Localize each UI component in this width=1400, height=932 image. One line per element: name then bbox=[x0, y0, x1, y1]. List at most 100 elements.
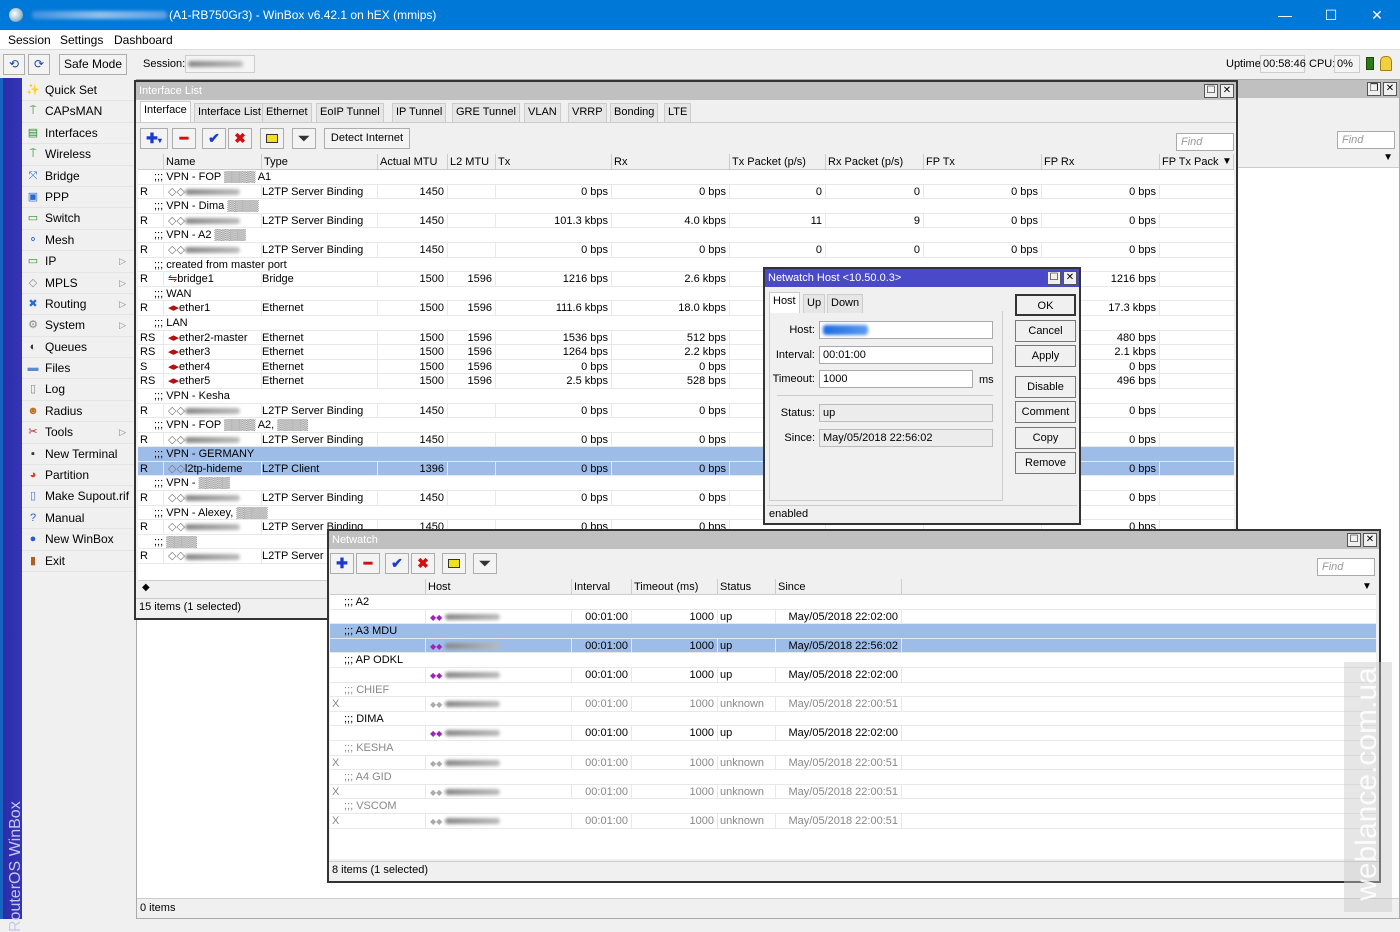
netwatch-host-titlebar[interactable]: Netwatch Host <10.50.0.3> ☐ ✕ bbox=[765, 269, 1079, 287]
column-header[interactable]: Tx bbox=[496, 154, 612, 170]
sidebar-item-make-supout-rif[interactable]: ▯ Make Supout.rif bbox=[22, 486, 134, 508]
tab-eoip-tunnel[interactable]: EoIP Tunnel bbox=[316, 103, 384, 122]
column-chooser-icon[interactable]: ▼ bbox=[1383, 152, 1393, 163]
sidebar-item-partition[interactable]: ◕ Partition bbox=[22, 465, 134, 487]
table-row[interactable]: R ◇◇ L2TP Server Binding 1450 0 bps 0 bps 0 0 0 … bbox=[138, 184, 1234, 200]
comment-row[interactable]: ;;; VPN - FOP ▒▒▒▒ A1 bbox=[138, 170, 1234, 185]
tab-down[interactable]: Down bbox=[827, 294, 864, 313]
table-row[interactable]: X ◆◆ 00:01:00 1000 unknown May/05/2018 22:00:… bbox=[330, 784, 1376, 800]
tab-lte[interactable]: LTE bbox=[664, 103, 692, 122]
table-row[interactable]: ◆◆ 00:01:00 1000 up May/05/2018 22:02:00 bbox=[330, 667, 1376, 683]
sidebar-item-routing[interactable]: ✖ Routing ▷ bbox=[22, 293, 134, 316]
interface-list-titlebar[interactable]: Interface List ☐ ✕ bbox=[136, 82, 1236, 100]
add-icon[interactable]: ✚ bbox=[330, 553, 354, 574]
comment-row[interactable]: ;;; VSCOM bbox=[330, 799, 1376, 814]
ok-button[interactable]: OK bbox=[1015, 294, 1076, 316]
sidebar-item-radius[interactable]: ☻ Radius bbox=[22, 400, 134, 423]
interval-input[interactable]: 00:01:00 bbox=[819, 346, 993, 364]
comment-row[interactable]: ;;; A2 bbox=[330, 595, 1376, 610]
sidebar-item-quick-set[interactable]: ✨ Quick Set bbox=[22, 80, 134, 102]
remove-icon[interactable]: ━ bbox=[172, 128, 196, 149]
close-icon[interactable]: ✕ bbox=[1354, 0, 1400, 30]
copy-button[interactable]: Copy bbox=[1015, 427, 1076, 449]
column-header[interactable]: Since bbox=[776, 579, 902, 595]
column-header[interactable]: Interval bbox=[572, 579, 632, 595]
table-row[interactable]: ◆◆ 00:01:00 1000 up May/05/2018 22:02:00 bbox=[330, 726, 1376, 741]
tab-up[interactable]: Up bbox=[803, 294, 826, 313]
maximize-icon[interactable]: ☐ bbox=[1047, 271, 1061, 285]
restore-icon[interactable]: ❐ bbox=[1367, 82, 1381, 96]
tab-vrrp[interactable]: VRRP bbox=[568, 103, 607, 122]
comment-row[interactable]: ;;; A3 MDU bbox=[330, 624, 1376, 639]
column-header[interactable] bbox=[330, 579, 426, 595]
undo-icon[interactable]: ⟲ bbox=[3, 54, 25, 75]
remove-button[interactable]: Remove bbox=[1015, 452, 1076, 474]
column-header[interactable]: Status bbox=[718, 579, 776, 595]
filter-icon[interactable]: ⏷ bbox=[292, 128, 316, 149]
lock-icon[interactable] bbox=[1380, 56, 1392, 71]
sidebar-item-tools[interactable]: ✂ Tools ▷ bbox=[22, 422, 134, 444]
column-chooser-icon[interactable]: ▼ bbox=[1360, 579, 1374, 595]
redo-icon[interactable]: ⟳ bbox=[28, 54, 50, 75]
disable-button[interactable]: Disable bbox=[1015, 376, 1076, 398]
comment-row[interactable]: ;;; AP ODKL bbox=[330, 653, 1376, 668]
comment-row[interactable]: ;;; CHIEF bbox=[330, 683, 1376, 698]
netwatch-find-input[interactable]: Find bbox=[1317, 558, 1375, 576]
disable-icon[interactable]: ✖ bbox=[411, 553, 435, 574]
sidebar-item-manual[interactable]: ? Manual bbox=[22, 507, 134, 530]
sidebar-item-system[interactable]: ⚙ System ▷ bbox=[22, 315, 134, 337]
comment-row[interactable]: ;;; DIMA bbox=[330, 712, 1376, 727]
filter-icon[interactable]: ⏷ bbox=[473, 553, 497, 574]
sidebar-item-log[interactable]: ▯ Log bbox=[22, 379, 134, 401]
menu-dashboard[interactable]: Dashboard bbox=[114, 33, 173, 47]
table-row[interactable]: X ◆◆ 00:01:00 1000 unknown May/05/2018 22:00:… bbox=[330, 755, 1376, 771]
tab-ethernet[interactable]: Ethernet bbox=[262, 103, 312, 122]
close-icon[interactable]: ✕ bbox=[1220, 84, 1234, 98]
enable-icon[interactable]: ✔ bbox=[202, 128, 226, 149]
close-icon[interactable]: ✕ bbox=[1363, 533, 1377, 547]
table-row[interactable]: X ◆◆ 00:01:00 1000 unknown May/05/2018 22:00:… bbox=[330, 697, 1376, 712]
column-header[interactable]: Tx Packet (p/s) bbox=[730, 154, 826, 170]
tab-gre-tunnel[interactable]: GRE Tunnel bbox=[452, 103, 520, 122]
table-row[interactable]: R ◇◇ L2TP Server Binding 1450 101.3 kbps 4.0 … bbox=[138, 213, 1234, 229]
column-header[interactable]: Name bbox=[164, 154, 262, 170]
maximize-icon[interactable]: ☐ bbox=[1347, 533, 1361, 547]
column-header[interactable]: Actual MTU bbox=[378, 154, 448, 170]
column-header[interactable]: Rx Packet (p/s) bbox=[826, 154, 924, 170]
sidebar-item-files[interactable]: ▬ Files bbox=[22, 358, 134, 380]
tab-interface[interactable]: Interface bbox=[140, 101, 191, 122]
table-row[interactable]: ◆◆ 00:01:00 1000 up May/05/2018 22:56:02 bbox=[330, 638, 1376, 654]
menu-session[interactable]: Session bbox=[8, 33, 51, 47]
tab-vlan[interactable]: VLAN bbox=[524, 103, 561, 122]
comment-button[interactable]: Comment bbox=[1015, 401, 1076, 423]
comment-icon[interactable] bbox=[260, 128, 284, 149]
disable-icon[interactable]: ✖ bbox=[228, 128, 252, 149]
tab-bonding[interactable]: Bonding bbox=[610, 103, 659, 122]
sidebar-item-capsman[interactable]: ⍑ CAPsMAN bbox=[22, 101, 134, 123]
add-icon[interactable]: ✚▾ bbox=[140, 128, 168, 149]
maximize-icon[interactable]: ☐ bbox=[1204, 84, 1218, 98]
comment-icon[interactable] bbox=[442, 553, 466, 574]
enable-icon[interactable]: ✔ bbox=[385, 553, 409, 574]
table-row[interactable]: R ◇◇ L2TP Server Binding 1450 0 bps 0 bps 0 0 0 … bbox=[138, 242, 1234, 258]
comment-row[interactable]: ;;; VPN - Dima ▒▒▒▒ bbox=[138, 199, 1234, 214]
menu-settings[interactable]: Settings bbox=[60, 33, 103, 47]
sidebar-item-exit[interactable]: ▮ Exit bbox=[22, 550, 134, 572]
cancel-button[interactable]: Cancel bbox=[1015, 320, 1076, 342]
column-header[interactable]: Rx bbox=[612, 154, 730, 170]
background-window-titlebar[interactable]: ❐ ✕ bbox=[1237, 80, 1399, 98]
detect-internet-button[interactable]: Detect Internet bbox=[324, 128, 410, 149]
column-header[interactable] bbox=[138, 154, 164, 170]
sidebar-item-interfaces[interactable]: ▤ Interfaces bbox=[22, 122, 134, 145]
tab-interface-list[interactable]: Interface List bbox=[194, 103, 265, 122]
background-find-input[interactable]: Find bbox=[1337, 131, 1395, 149]
column-header[interactable]: FP Tx bbox=[924, 154, 1042, 170]
sidebar-item-bridge[interactable]: ⤧ Bridge bbox=[22, 165, 134, 187]
column-header[interactable]: Host bbox=[426, 579, 572, 595]
comment-row[interactable]: ;;; VPN - A2 ▒▒▒▒ bbox=[138, 228, 1234, 243]
comment-row[interactable]: ;;; KESHA bbox=[330, 741, 1376, 756]
safe-mode-button[interactable]: Safe Mode bbox=[59, 54, 127, 75]
timeout-input[interactable]: 1000 bbox=[819, 370, 973, 388]
remove-icon[interactable]: ━ bbox=[356, 553, 380, 574]
column-header[interactable]: Timeout (ms) bbox=[632, 579, 718, 595]
